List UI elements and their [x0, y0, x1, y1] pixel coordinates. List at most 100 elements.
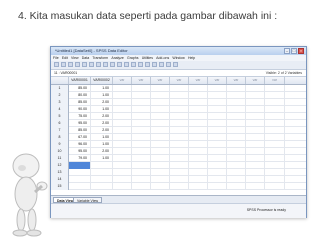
data-cell[interactable]: 95.00 — [69, 148, 91, 155]
data-cell[interactable] — [227, 176, 246, 183]
menu-item-help[interactable]: Help — [188, 56, 195, 60]
data-cell[interactable] — [132, 155, 151, 162]
data-cell[interactable] — [132, 134, 151, 141]
data-cell[interactable] — [113, 141, 132, 148]
data-cell[interactable]: 2.00 — [91, 127, 113, 134]
data-cell[interactable]: 2.00 — [91, 113, 113, 120]
data-cell[interactable] — [132, 85, 151, 92]
column-header[interactable]: var — [227, 77, 246, 84]
menu-item-graphs[interactable]: Graphs — [127, 56, 138, 60]
data-cell[interactable] — [265, 99, 285, 106]
data-cell[interactable] — [151, 113, 170, 120]
toolbar-button[interactable] — [89, 62, 94, 67]
data-cell[interactable] — [151, 169, 170, 176]
data-cell[interactable] — [246, 99, 265, 106]
data-cell[interactable] — [246, 162, 265, 169]
data-cell[interactable] — [151, 85, 170, 92]
data-cell[interactable] — [265, 134, 285, 141]
data-cell[interactable] — [227, 127, 246, 134]
data-cell[interactable] — [189, 134, 208, 141]
data-cell[interactable]: 79.00 — [69, 155, 91, 162]
menu-item-edit[interactable]: Edit — [62, 56, 68, 60]
data-cell[interactable]: 75.00 — [69, 113, 91, 120]
data-cell[interactable] — [170, 162, 189, 169]
data-cell[interactable] — [132, 169, 151, 176]
data-cell[interactable] — [132, 106, 151, 113]
data-cell[interactable] — [69, 169, 91, 176]
data-cell[interactable] — [246, 120, 265, 127]
data-cell[interactable] — [227, 162, 246, 169]
data-cell[interactable] — [227, 155, 246, 162]
menu-item-file[interactable]: File — [53, 56, 59, 60]
data-cell[interactable] — [208, 127, 227, 134]
data-cell[interactable] — [246, 85, 265, 92]
data-cell[interactable]: 80.00 — [69, 92, 91, 99]
data-cell[interactable] — [91, 169, 113, 176]
data-cell[interactable] — [189, 113, 208, 120]
minimize-button[interactable]: – — [284, 48, 290, 54]
toolbar-button[interactable] — [117, 62, 122, 67]
data-cell[interactable] — [246, 169, 265, 176]
data-cell[interactable] — [132, 162, 151, 169]
data-cell[interactable] — [151, 106, 170, 113]
data-cell[interactable] — [113, 92, 132, 99]
data-cell[interactable] — [189, 169, 208, 176]
data-cell[interactable] — [227, 85, 246, 92]
data-cell[interactable] — [208, 169, 227, 176]
data-cell[interactable] — [208, 113, 227, 120]
column-header[interactable]: VAR00002 — [91, 77, 113, 84]
data-cell[interactable] — [189, 148, 208, 155]
data-cell[interactable] — [151, 141, 170, 148]
data-cell[interactable] — [246, 113, 265, 120]
data-cell[interactable] — [227, 169, 246, 176]
data-cell[interactable]: 1.00 — [91, 92, 113, 99]
data-cell[interactable] — [69, 176, 91, 183]
data-cell[interactable] — [132, 92, 151, 99]
data-cell[interactable] — [208, 92, 227, 99]
data-cell[interactable] — [189, 141, 208, 148]
data-cell[interactable]: 1.00 — [91, 134, 113, 141]
data-cell[interactable] — [246, 92, 265, 99]
data-cell[interactable] — [69, 162, 91, 169]
data-cell[interactable] — [265, 183, 285, 190]
column-header[interactable]: var — [246, 77, 265, 84]
data-cell[interactable]: 1.00 — [91, 106, 113, 113]
data-cell[interactable] — [132, 120, 151, 127]
data-cell[interactable]: 85.00 — [69, 127, 91, 134]
data-cell[interactable] — [113, 155, 132, 162]
data-cell[interactable] — [189, 92, 208, 99]
data-cell[interactable] — [246, 148, 265, 155]
data-cell[interactable] — [265, 127, 285, 134]
row-number[interactable]: 5 — [51, 113, 69, 120]
data-cell[interactable] — [91, 183, 113, 190]
data-cell[interactable] — [170, 99, 189, 106]
data-cell[interactable] — [227, 113, 246, 120]
column-header[interactable]: var — [113, 77, 132, 84]
data-cell[interactable] — [151, 183, 170, 190]
data-cell[interactable] — [208, 162, 227, 169]
data-cell[interactable] — [246, 134, 265, 141]
column-header[interactable]: VAR00001 — [69, 77, 91, 84]
data-cell[interactable] — [265, 92, 285, 99]
data-cell[interactable] — [189, 155, 208, 162]
data-cell[interactable] — [113, 162, 132, 169]
menu-item-view[interactable]: View — [71, 56, 79, 60]
data-cell[interactable] — [113, 99, 132, 106]
data-cell[interactable] — [265, 113, 285, 120]
data-cell[interactable]: 90.00 — [69, 106, 91, 113]
data-cell[interactable] — [132, 176, 151, 183]
data-cell[interactable] — [91, 176, 113, 183]
data-cell[interactable] — [170, 141, 189, 148]
data-cell[interactable] — [246, 183, 265, 190]
data-cell[interactable]: 2.00 — [91, 148, 113, 155]
data-cell[interactable] — [170, 155, 189, 162]
data-cell[interactable]: 1.00 — [91, 85, 113, 92]
data-cell[interactable] — [189, 120, 208, 127]
maximize-button[interactable]: □ — [291, 48, 297, 54]
data-cell[interactable] — [151, 162, 170, 169]
data-cell[interactable] — [132, 99, 151, 106]
close-button[interactable]: × — [298, 48, 304, 54]
data-cell[interactable] — [208, 155, 227, 162]
row-number[interactable]: 2 — [51, 92, 69, 99]
data-cell[interactable] — [246, 141, 265, 148]
